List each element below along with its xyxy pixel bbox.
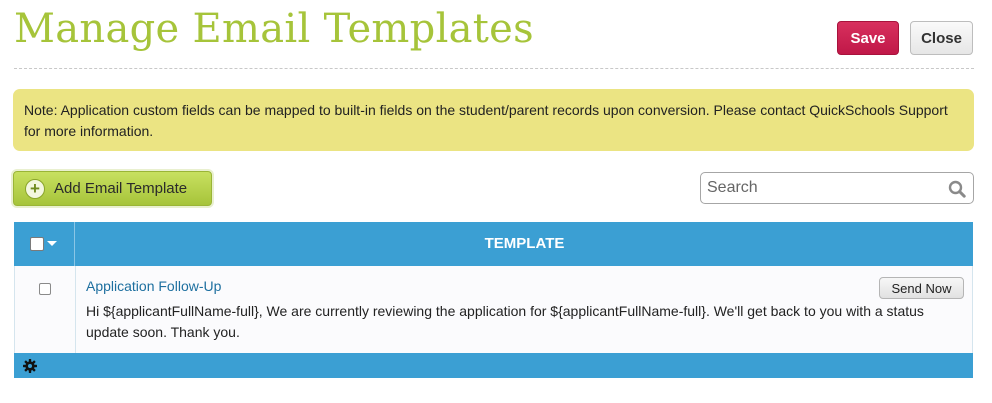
template-title-link[interactable]: Application Follow-Up — [86, 278, 221, 294]
grid-footer — [14, 353, 973, 378]
template-body-text: Hi ${applicantFullName-full}, We are cur… — [86, 303, 924, 340]
grid-header: TEMPLATE — [14, 222, 973, 266]
row-checkbox[interactable] — [39, 283, 51, 295]
info-note-text: Note: Application custom fields can be m… — [24, 102, 948, 139]
table-row: Application Follow-Up Send Now Hi ${appl… — [14, 266, 973, 353]
gear-icon[interactable] — [23, 359, 37, 373]
close-button[interactable]: Close — [910, 21, 973, 55]
search-input[interactable] — [707, 177, 937, 199]
select-all-control[interactable] — [14, 222, 75, 266]
column-header-template[interactable]: TEMPLATE — [76, 222, 973, 266]
search-box[interactable] — [700, 172, 974, 204]
add-email-template-label: Add Email Template — [54, 180, 188, 197]
title-divider — [14, 68, 974, 69]
row-select-cell — [15, 266, 76, 353]
info-note: Note: Application custom fields can be m… — [13, 89, 974, 151]
send-now-button[interactable]: Send Now — [879, 277, 964, 299]
select-all-checkbox[interactable] — [30, 237, 44, 251]
plus-circle-icon: + — [25, 179, 45, 199]
add-email-template-button[interactable]: + Add Email Template — [13, 171, 212, 206]
search-icon[interactable] — [948, 180, 966, 198]
page-title: Manage Email Templates — [14, 6, 534, 52]
save-button[interactable]: Save — [837, 21, 899, 55]
caret-down-icon[interactable] — [47, 241, 57, 246]
